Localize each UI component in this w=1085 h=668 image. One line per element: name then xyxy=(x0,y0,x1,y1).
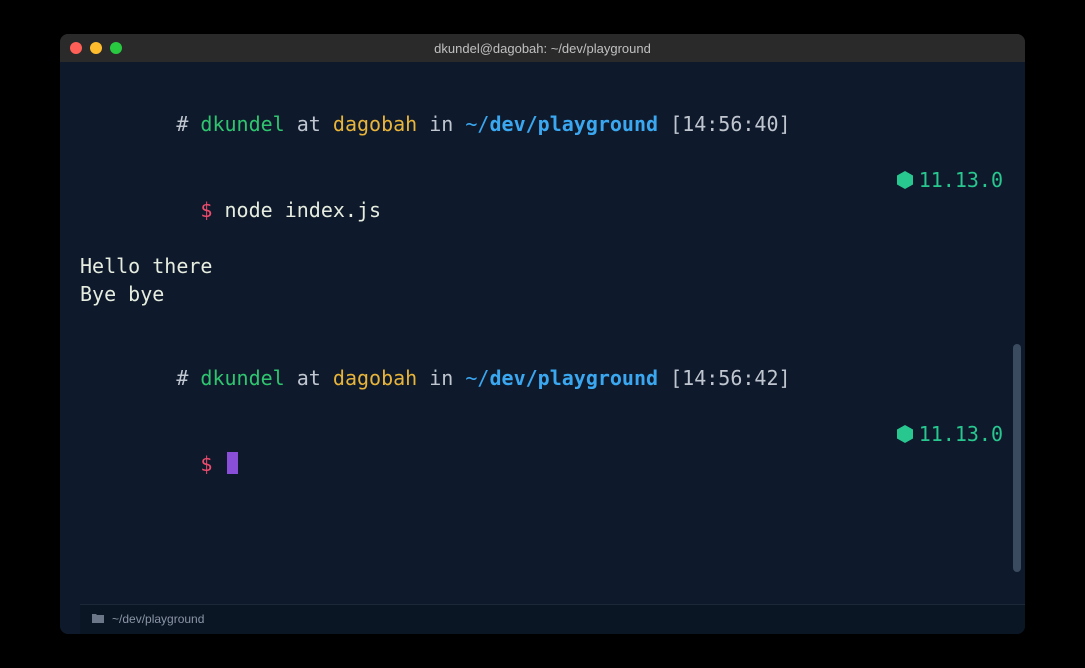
path-bold: dev/playground xyxy=(489,112,658,136)
hexagon-icon xyxy=(897,425,913,443)
hash-symbol: # xyxy=(176,366,188,390)
prompt-line: $ node index.js 11.13.0 xyxy=(80,166,1003,252)
terminal-content[interactable]: # dkundel at dagobah in ~/dev/playground… xyxy=(80,82,1025,604)
prompt-line: $ 11.13.0 xyxy=(80,420,1003,506)
traffic-lights xyxy=(70,42,122,54)
path-prefix: ~/ xyxy=(465,366,489,390)
context-line: # dkundel at dagobah in ~/dev/playground… xyxy=(80,336,1003,420)
username: dkundel xyxy=(200,366,284,390)
prompt-symbol: $ xyxy=(200,198,212,222)
window-title: dkundel@dagobah: ~/dev/playground xyxy=(434,41,651,56)
output-line: Bye bye xyxy=(80,280,1003,308)
command-text: node index.js xyxy=(225,198,382,222)
output-line: Hello there xyxy=(80,252,1003,280)
scrollbar-thumb[interactable] xyxy=(1013,344,1021,572)
timestamp: [14:56:40] xyxy=(670,112,790,136)
titlebar[interactable]: dkundel@dagobah: ~/dev/playground xyxy=(60,34,1025,62)
minimize-icon[interactable] xyxy=(90,42,102,54)
terminal-body[interactable]: # dkundel at dagobah in ~/dev/playground… xyxy=(60,62,1025,634)
scrollbar[interactable] xyxy=(1011,82,1021,594)
at-word: at xyxy=(297,366,321,390)
tab-bar: ~/dev/playground xyxy=(80,604,1025,634)
cursor xyxy=(227,452,238,474)
hostname: dagobah xyxy=(333,366,417,390)
username: dkundel xyxy=(200,112,284,136)
node-version-badge: 11.13.0 xyxy=(897,166,1003,194)
timestamp: [14:56:42] xyxy=(670,366,790,390)
in-word: in xyxy=(429,112,453,136)
hostname: dagobah xyxy=(333,112,417,136)
maximize-icon[interactable] xyxy=(110,42,122,54)
version-text: 11.13.0 xyxy=(919,420,1003,448)
path-prefix: ~/ xyxy=(465,112,489,136)
at-word: at xyxy=(297,112,321,136)
blank-line xyxy=(80,308,1003,336)
folder-icon xyxy=(92,611,104,628)
tab-label[interactable]: ~/dev/playground xyxy=(112,611,204,628)
close-icon[interactable] xyxy=(70,42,82,54)
node-version-badge: 11.13.0 xyxy=(897,420,1003,448)
context-line: # dkundel at dagobah in ~/dev/playground… xyxy=(80,82,1003,166)
path-bold: dev/playground xyxy=(489,366,658,390)
in-word: in xyxy=(429,366,453,390)
terminal-window: dkundel@dagobah: ~/dev/playground # dkun… xyxy=(60,34,1025,634)
version-text: 11.13.0 xyxy=(919,166,1003,194)
hash-symbol: # xyxy=(176,112,188,136)
hexagon-icon xyxy=(897,171,913,189)
prompt-symbol: $ xyxy=(200,452,212,476)
